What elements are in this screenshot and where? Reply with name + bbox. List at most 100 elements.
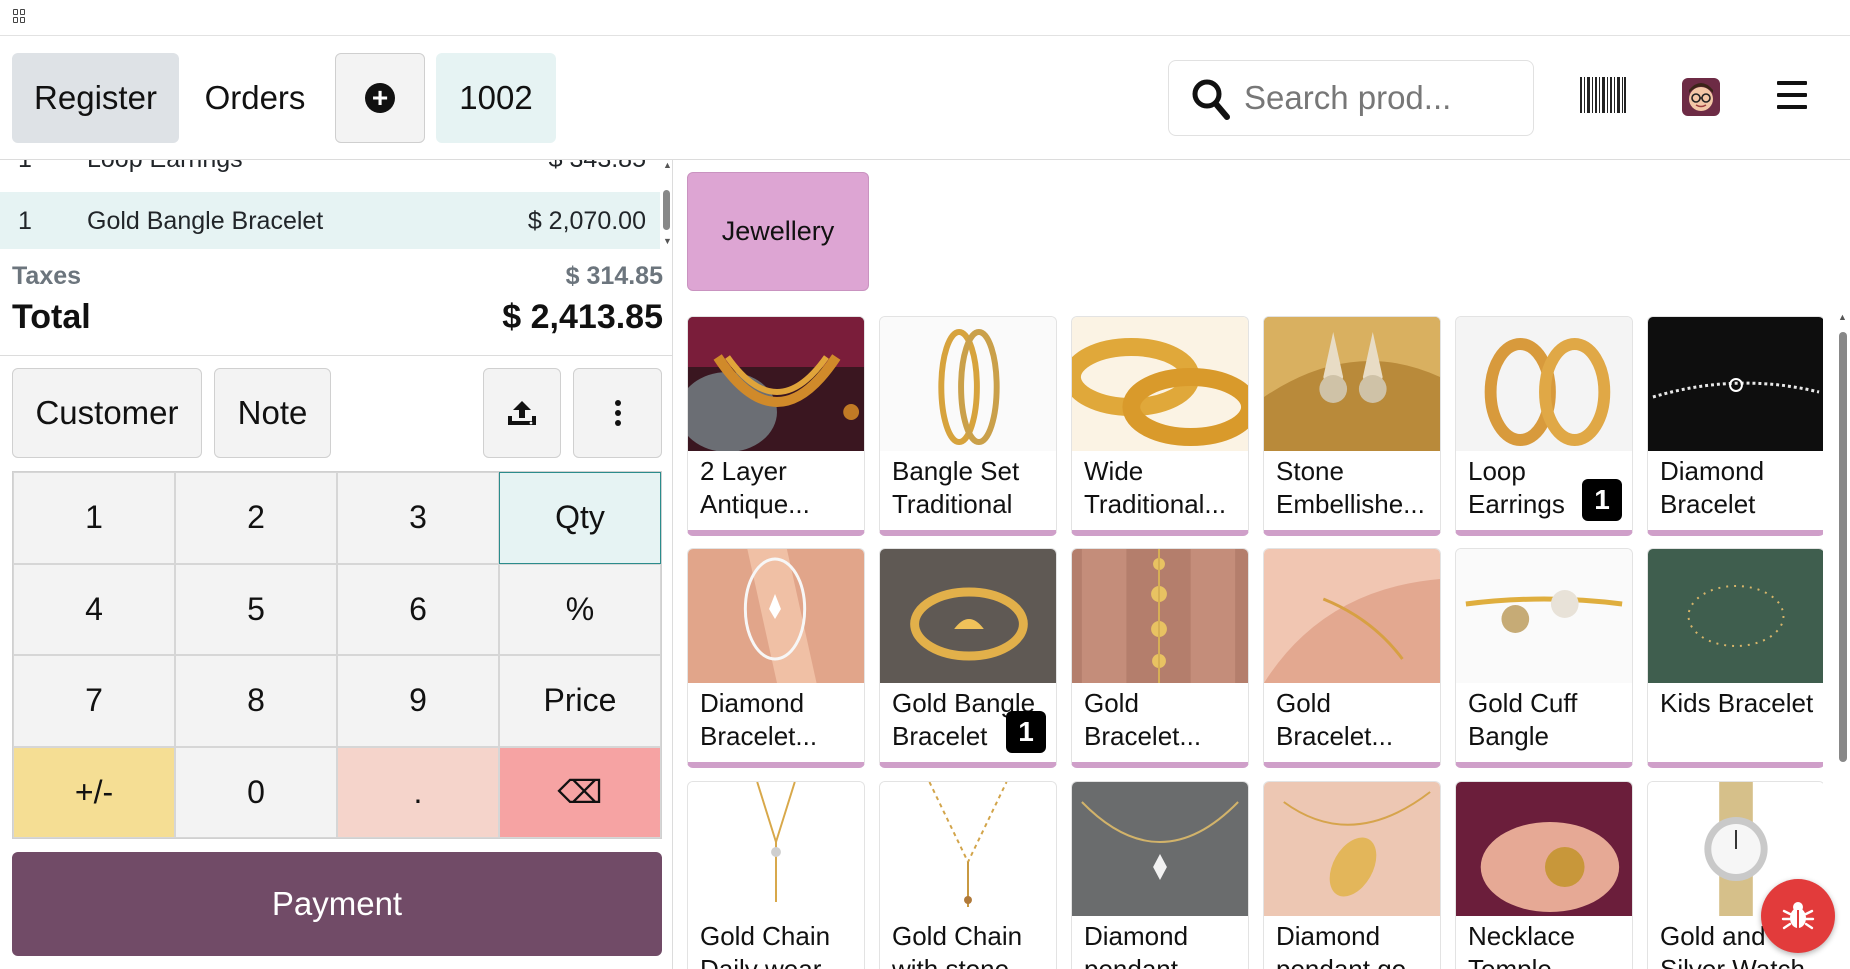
order-totals: Taxes $ 314.85 Total $ 2,413.85: [0, 256, 673, 356]
product-card[interactable]: Bangle Set Traditional: [879, 316, 1057, 536]
scroll-up-icon[interactable]: ▲: [1838, 312, 1847, 322]
order-panel: 1 Loop Earrings $ 343.85 1 Gold Bangle B…: [0, 160, 673, 969]
product-panel: Jewellery 2 Layer Antique... Bangle Set …: [674, 160, 1850, 969]
numpad-key-3[interactable]: 3: [337, 472, 499, 564]
search-input[interactable]: [1244, 75, 1514, 121]
product-grid: 2 Layer Antique... Bangle Set Traditiona…: [687, 316, 1823, 969]
pos-header: Register Orders + 1002: [0, 36, 1850, 160]
numpad-key-8[interactable]: 8: [175, 655, 337, 747]
product-card[interactable]: Gold Bracelet...: [1071, 548, 1249, 768]
order-lines-scrollbar[interactable]: ▲ ▼: [661, 160, 673, 249]
numpad-key-4[interactable]: 4: [13, 563, 175, 655]
line-price: $ 2,070.00: [527, 206, 646, 235]
orders-tab[interactable]: Orders: [190, 53, 320, 143]
product-card[interactable]: Gold Bracelet...: [1263, 548, 1441, 768]
product-name: Stone Embellishe...: [1276, 456, 1425, 519]
numpad: 1 2 3 Qty 4 5 6 % 7 8 9 Price +/- 0 . ⌫: [12, 471, 662, 839]
current-order-tab[interactable]: 1002: [436, 53, 556, 143]
product-card[interactable]: Gold Cuff Bangle: [1455, 548, 1633, 768]
send-order-button[interactable]: [483, 368, 561, 458]
product-image: [880, 317, 1056, 451]
product-name: Diamond pendant: [1084, 921, 1189, 969]
numpad-key-6[interactable]: 6: [337, 563, 499, 655]
numpad-key-5[interactable]: 5: [175, 563, 337, 655]
numpad-key-7[interactable]: 7: [13, 655, 175, 747]
plus-circle-icon: +: [365, 83, 395, 113]
product-name: Gold Cuff Bangle: [1468, 688, 1578, 751]
product-image: [1264, 549, 1440, 683]
line-product-name: Loop Earrings: [87, 160, 243, 174]
product-image: [1456, 317, 1632, 451]
scrollbar-thumb[interactable]: [1839, 332, 1847, 762]
product-card[interactable]: Diamond pendant: [1071, 781, 1249, 969]
hamburger-menu-icon[interactable]: [1777, 81, 1807, 109]
taxes-value: $ 314.85: [565, 262, 663, 290]
order-lines: 1 Loop Earrings $ 343.85 1 Gold Bangle B…: [0, 160, 673, 249]
product-card[interactable]: Diamond pendant go...: [1263, 781, 1441, 969]
product-name: Bangle Set Traditional: [892, 456, 1020, 519]
product-image: [688, 317, 864, 451]
product-card[interactable]: Necklace Temple: [1455, 781, 1633, 969]
scroll-up-icon[interactable]: ▲: [663, 160, 672, 170]
category-button-jewellery[interactable]: Jewellery: [687, 172, 869, 291]
apps-grid-icon[interactable]: [13, 9, 27, 23]
product-card[interactable]: Loop Earrings 1: [1455, 316, 1633, 536]
product-name: 2 Layer Antique...: [700, 456, 810, 519]
order-line-selected[interactable]: 1 Gold Bangle Bracelet $ 2,070.00: [0, 192, 660, 249]
product-card[interactable]: Wide Traditional...: [1071, 316, 1249, 536]
product-image: [688, 782, 864, 916]
product-card[interactable]: Diamond Bracelet...: [687, 548, 865, 768]
customer-button[interactable]: Customer: [12, 368, 202, 458]
product-qty-badge: 1: [1582, 479, 1622, 521]
product-name: Gold Bracelet...: [1276, 688, 1394, 751]
total-label: Total: [12, 298, 91, 336]
bug-icon: [1781, 902, 1815, 930]
note-button[interactable]: Note: [214, 368, 331, 458]
line-product-name: Gold Bangle Bracelet: [87, 206, 324, 235]
product-card[interactable]: Diamond Bracelet: [1647, 316, 1823, 536]
product-card[interactable]: Gold Bangle Bracelet 1: [879, 548, 1057, 768]
numpad-sign-toggle[interactable]: +/-: [13, 746, 175, 838]
product-name: Kids Bracelet: [1660, 688, 1814, 718]
product-image: [1456, 549, 1632, 683]
product-name: Gold Chain Daily wear: [700, 921, 831, 969]
product-image: [1264, 317, 1440, 451]
product-card[interactable]: Kids Bracelet: [1647, 548, 1823, 768]
numpad-decimal-key[interactable]: .: [337, 746, 499, 838]
more-actions-button[interactable]: [573, 368, 662, 458]
debug-button[interactable]: [1761, 879, 1835, 953]
numpad-mode-discount[interactable]: %: [499, 563, 661, 655]
numpad-mode-qty[interactable]: Qty: [499, 472, 661, 564]
register-tab[interactable]: Register: [12, 53, 179, 143]
product-image: [1072, 549, 1248, 683]
order-line[interactable]: 1 Loop Earrings $ 343.85: [0, 160, 660, 188]
product-qty-badge: 1: [1006, 711, 1046, 753]
barcode-icon[interactable]: [1580, 77, 1626, 113]
numpad-key-0[interactable]: 0: [175, 746, 337, 838]
product-card[interactable]: Gold Chain with stone: [879, 781, 1057, 969]
numpad-key-9[interactable]: 9: [337, 655, 499, 747]
product-card[interactable]: Stone Embellishe...: [1263, 316, 1441, 536]
line-qty: 1: [18, 206, 32, 235]
product-card[interactable]: 2 Layer Antique...: [687, 316, 865, 536]
product-image: [688, 549, 864, 683]
numpad-backspace-key[interactable]: ⌫: [499, 746, 661, 838]
product-name: Gold Bracelet...: [1084, 688, 1202, 751]
scrollbar-thumb[interactable]: [663, 190, 670, 230]
numpad-mode-price[interactable]: Price: [499, 655, 661, 747]
numpad-key-2[interactable]: 2: [175, 472, 337, 564]
payment-button[interactable]: Payment: [12, 852, 662, 956]
scroll-down-icon[interactable]: ▼: [663, 236, 672, 246]
product-card[interactable]: Gold Chain Daily wear: [687, 781, 865, 969]
product-name: Diamond Bracelet: [1660, 456, 1765, 519]
product-search[interactable]: [1168, 60, 1534, 136]
numpad-key-1[interactable]: 1: [13, 472, 175, 564]
new-order-button[interactable]: +: [335, 53, 425, 143]
user-avatar[interactable]: [1682, 78, 1720, 116]
product-grid-scrollbar[interactable]: ▲: [1836, 312, 1848, 969]
product-image: [880, 549, 1056, 683]
line-qty: 1: [18, 160, 32, 174]
product-name: Wide Traditional...: [1084, 456, 1227, 519]
line-price: $ 343.85: [549, 160, 646, 174]
product-name: Diamond pendant go...: [1276, 921, 1428, 969]
